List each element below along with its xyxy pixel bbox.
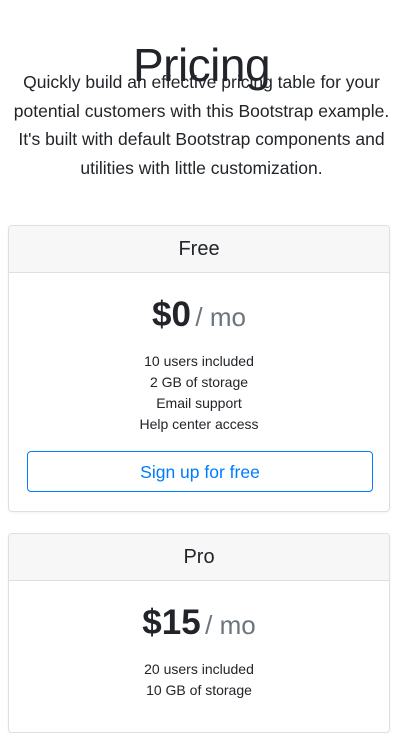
price-free: $0 / mo (9, 293, 389, 337)
price-amount: $0 (152, 295, 191, 334)
feature-item: 10 users included (144, 353, 254, 369)
price-amount: $15 (142, 603, 201, 642)
pricing-card-pro: Pro $15 / mo 20 users included 10 GB of … (8, 533, 390, 733)
price-period: / mo (195, 302, 246, 332)
feature-list-pro: 20 users included 10 GB of storage (9, 659, 389, 701)
feature-item: Email support (156, 395, 242, 411)
feature-item: Help center access (139, 416, 259, 432)
card-header-pro: Pro (9, 534, 389, 581)
pricing-card-free: Free $0 / mo 10 users included 2 GB of s… (8, 225, 390, 512)
page-lead: Quickly build an effective pricing table… (13, 72, 390, 178)
feature-item: 20 users included (144, 661, 254, 677)
card-header-free: Free (9, 226, 389, 273)
feature-item: 2 GB of storage (149, 374, 249, 390)
feature-list-free: 10 users included 2 GB of storage Email … (9, 351, 389, 435)
price-pro: $15 / mo (9, 601, 389, 645)
sign-up-free-button[interactable]: Sign up for free (27, 451, 373, 492)
price-period: / mo (205, 610, 256, 640)
feature-item: 10 GB of storage (146, 682, 252, 698)
